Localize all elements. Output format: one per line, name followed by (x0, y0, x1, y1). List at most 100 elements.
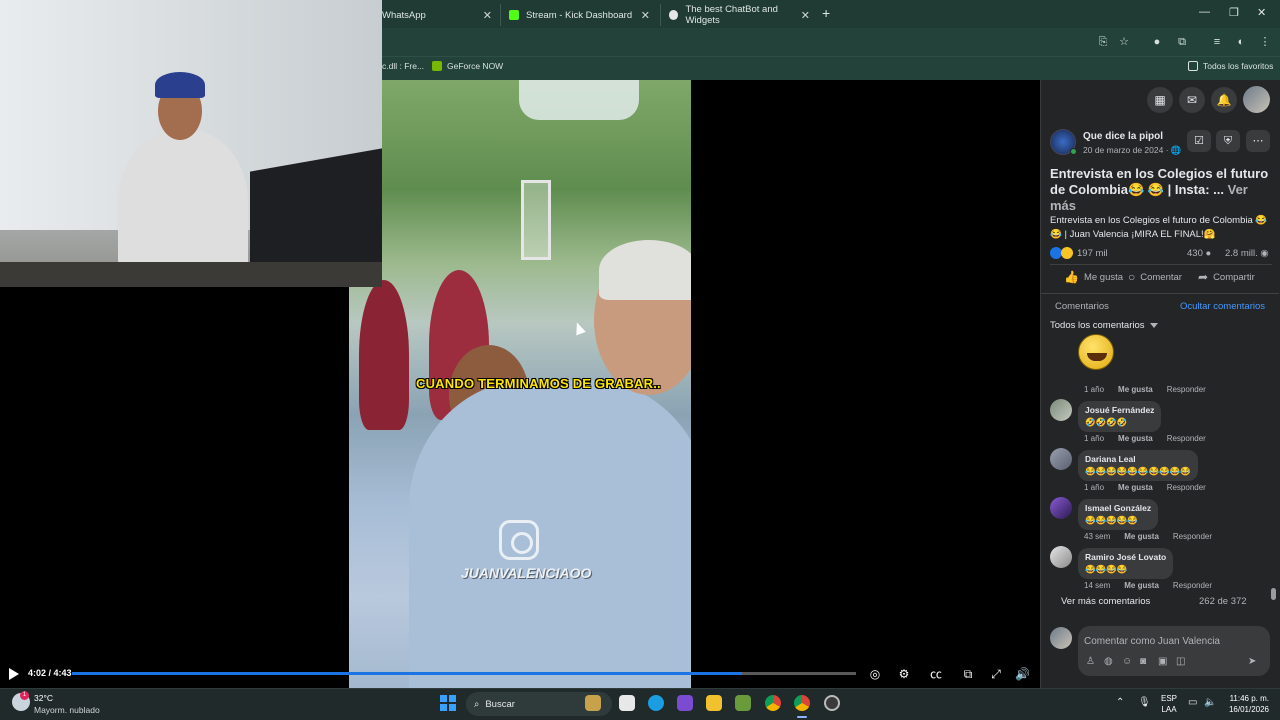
chevron-up-icon[interactable]: ⌃ (1116, 697, 1124, 708)
restore-icon[interactable]: ❐ (1229, 6, 1239, 19)
share-button[interactable]: ➦ Compartir (1198, 270, 1255, 284)
commenter-name[interactable]: Ismael González (1085, 503, 1151, 513)
extension-color-icon[interactable]: ● (1150, 35, 1164, 49)
comment-like-link[interactable]: Me gusta (1118, 434, 1153, 443)
closed-captions-icon[interactable]: ㏄ (929, 667, 943, 681)
gif-icon[interactable]: ▣ (1158, 656, 1167, 667)
messenger-icon[interactable]: ✉ (1179, 87, 1205, 113)
windows-start-icon[interactable] (440, 695, 456, 711)
comment-reply-link[interactable]: Responder (1173, 581, 1212, 590)
minecraft-icon[interactable] (735, 695, 751, 711)
bookmark-geforce-now[interactable]: GeForce NOW (432, 61, 503, 71)
weather-condition[interactable]: Mayorm. nublado (34, 705, 100, 715)
commenter-avatar[interactable] (1050, 546, 1072, 568)
account-avatar[interactable] (1243, 86, 1270, 113)
commenter-avatar[interactable] (1050, 448, 1072, 470)
save-post-button[interactable]: ☑ (1187, 130, 1211, 152)
comments-scrollbar[interactable] (1271, 336, 1276, 606)
shield-button[interactable]: ⛨ (1216, 130, 1240, 152)
sticker-icon[interactable]: ◫ (1176, 656, 1185, 667)
commenter-name[interactable]: Josué Fernández (1085, 405, 1154, 415)
comment-button[interactable]: ○ Comentar (1128, 270, 1182, 284)
hide-comments-link[interactable]: Ocultar comentarios (1180, 301, 1265, 312)
speaker-icon[interactable]: 🔈 (1204, 697, 1216, 708)
comment-bubble: Josué Fernández 🤣🤣🤣🤣 (1078, 401, 1162, 432)
reactions-summary[interactable]: 197 mil (1050, 247, 1108, 259)
settings-gear-icon[interactable]: ⚙ (897, 667, 911, 681)
apps-grid-icon[interactable]: ▦ (1147, 87, 1173, 113)
extensions-icon[interactable]: ⧉ (1175, 35, 1189, 49)
commenter-name[interactable]: Ramiro José Lovato (1085, 552, 1166, 562)
bookmark-label: GeForce NOW (447, 61, 504, 71)
edge-icon[interactable] (648, 695, 664, 711)
media-control-icon[interactable]: ≡ (1210, 35, 1224, 49)
comment-input[interactable] (1078, 626, 1270, 676)
install-app-icon[interactable]: ⎘ (1096, 35, 1110, 49)
send-icon[interactable]: ➤ (1248, 656, 1256, 667)
emoji-icon[interactable]: ☺ (1122, 656, 1132, 667)
tab-kick-dashboard[interactable]: Stream - Kick Dashboard ✕ (500, 4, 656, 26)
close-icon[interactable]: ✕ (801, 9, 810, 22)
comment-like-link[interactable]: Me gusta (1124, 532, 1159, 541)
comment-like-link[interactable]: Me gusta (1118, 385, 1153, 394)
copilot-icon[interactable] (677, 695, 693, 711)
more-options-button[interactable]: ⋯ (1246, 130, 1270, 152)
avatar-sticker-icon[interactable]: ♙ (1086, 656, 1095, 667)
profile-icon[interactable]: ◐ (1234, 35, 1248, 49)
picture-in-picture-icon[interactable]: ⧉ (961, 667, 975, 681)
comment-reply-link[interactable]: Responder (1173, 532, 1212, 541)
bookmark-dll[interactable]: c.dll : Fre... (382, 61, 424, 71)
all-bookmarks[interactable]: Todos los favoritos (1188, 61, 1273, 71)
comments-count: 262 de 372 (1199, 596, 1247, 607)
comment-like-link[interactable]: Me gusta (1118, 483, 1153, 492)
video-progress-bar[interactable] (72, 672, 856, 675)
app-icon[interactable] (824, 695, 840, 711)
menu-icon[interactable]: ⋮ (1258, 35, 1272, 49)
chrome-icon[interactable] (794, 695, 810, 711)
task-view-icon[interactable] (619, 695, 635, 711)
weather-temp[interactable]: 32°C (34, 693, 53, 703)
see-more-comments-link[interactable]: Ver más comentarios (1061, 596, 1150, 607)
comment-count[interactable]: 430 ● (1187, 248, 1211, 259)
tab-chatbot[interactable]: The best ChatBot and Widgets ✕ (660, 4, 816, 26)
camera-icon[interactable]: ◙ (1140, 656, 1146, 667)
new-tab-button[interactable]: + (822, 5, 830, 21)
subtitles-ai-icon[interactable]: ◎ (868, 667, 882, 681)
window-close-icon[interactable]: ✕ (1257, 6, 1266, 19)
video-scene-hoop (521, 180, 551, 260)
divider (1050, 264, 1272, 265)
comment-like-link[interactable]: Me gusta (1124, 581, 1159, 590)
search-highlight-icon (585, 695, 601, 711)
commenter-name[interactable]: Dariana Leal (1085, 454, 1191, 464)
page-name[interactable]: Que dice la pipol (1083, 131, 1163, 142)
commenter-avatar[interactable] (1050, 497, 1072, 519)
play-icon[interactable] (9, 668, 19, 680)
comment-reply-link[interactable]: Responder (1167, 434, 1206, 443)
comment-meta: 1 año Me gusta Responder (1084, 385, 1206, 394)
fullscreen-icon[interactable]: ⤢ (989, 667, 1003, 681)
tab-title: Stream - Kick Dashboard (526, 9, 633, 21)
file-explorer-icon[interactable] (706, 695, 722, 711)
microphone-icon[interactable]: 🎙 (1138, 697, 1151, 708)
bookmark-star-icon[interactable]: ☆ (1117, 35, 1131, 49)
comment-filter-dropdown[interactable]: Todos los comentarios (1050, 320, 1158, 331)
notifications-bell-icon[interactable]: 🔔 (1211, 87, 1237, 113)
minimize-icon[interactable]: — (1199, 6, 1210, 18)
commenter-avatar[interactable] (1050, 399, 1072, 421)
scrollbar-thumb[interactable] (1271, 588, 1276, 600)
video-frame[interactable]: CUANDO TERMINAMOS DE GRABAR.. JUANVALENC… (349, 80, 691, 688)
chrome-icon[interactable] (765, 695, 781, 711)
volume-icon[interactable]: 🔊 (1015, 667, 1030, 681)
comment-age: 43 sem (1084, 532, 1111, 541)
close-icon[interactable]: ✕ (483, 9, 492, 22)
system-clock[interactable]: 11:46 p. m. 16/01/2026 (1223, 693, 1269, 715)
network-icon[interactable]: ▭ (1188, 697, 1197, 708)
comment-reply-link[interactable]: Responder (1167, 385, 1206, 394)
kick-icon (509, 10, 519, 20)
close-icon[interactable]: ✕ (641, 9, 650, 22)
comment-reply-link[interactable]: Responder (1167, 483, 1206, 492)
tab-whatsapp[interactable]: WhatsApp ✕ (374, 4, 498, 26)
language-indicator[interactable]: ESP LAA (1161, 693, 1177, 715)
like-button[interactable]: 👍 Me gusta (1064, 270, 1123, 284)
ai-icon[interactable]: ◍ (1104, 656, 1113, 667)
